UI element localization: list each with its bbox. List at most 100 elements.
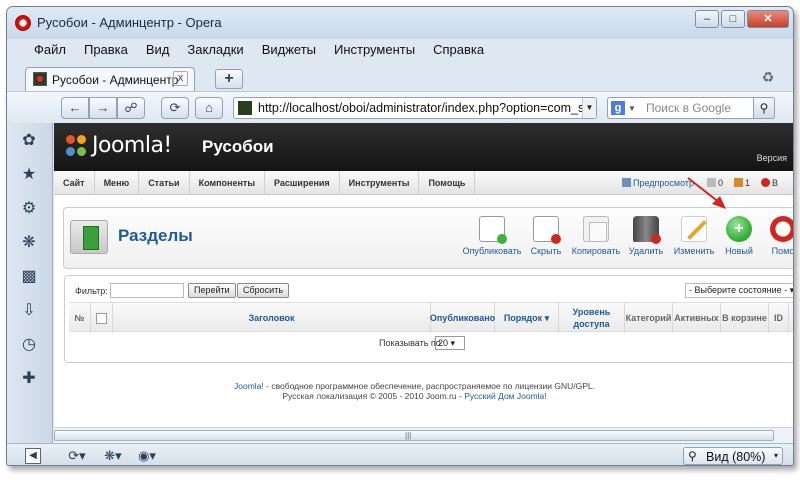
col-published[interactable]: Опубликовано <box>430 303 495 333</box>
col-select-all <box>91 303 113 333</box>
col-id[interactable]: ID <box>769 303 789 333</box>
menu-tools[interactable]: Инструменты <box>325 39 424 61</box>
menu-bar: Файл Правка Вид Закладки Виджеты Инструм… <box>7 39 793 61</box>
image-settings-icon[interactable]: ◉▾ <box>133 448 161 464</box>
turbo-icon[interactable]: ⟳▾ <box>63 448 91 464</box>
col-number: № <box>69 303 91 333</box>
version-label: Версия <box>756 153 787 163</box>
footer-localization: Русская локализация © 2005 - 2010 Joom.r… <box>282 391 547 401</box>
mail-icon <box>707 178 716 187</box>
copy-icon <box>583 216 609 242</box>
horizontal-scrollbar[interactable]: ||| <box>54 427 793 443</box>
panel-toggle-icon[interactable]: ◀ <box>25 448 41 464</box>
menu-file[interactable]: Файл <box>25 39 75 61</box>
footer-license: Joomla! - свободное программное обеспече… <box>234 381 595 391</box>
fan-icon[interactable]: ❋ <box>19 233 39 253</box>
joomla-header: Joomla! Русобои Версия <box>54 123 793 171</box>
minimize-button[interactable]: – <box>695 10 719 28</box>
filter-input[interactable] <box>110 283 184 298</box>
admin-menu-site[interactable]: Сайт <box>54 171 95 195</box>
state-select[interactable]: - Выберите состояние - ▾ <box>685 283 793 298</box>
joomla-logo-icon <box>66 133 88 159</box>
tab-bar: Русобои - Админцентр x + ♻ <box>7 63 793 91</box>
menu-bookmarks[interactable]: Закладки <box>178 39 252 61</box>
publish-button[interactable]: Опубликовать <box>462 216 522 262</box>
history-icon[interactable]: ◷ <box>19 335 39 355</box>
toolbar: Разделы Опубликовать Скрыть Копировать У… <box>63 207 793 269</box>
logout-link[interactable]: В <box>761 178 778 188</box>
navigation-bar: ← → ☍ ⟳ ⌂ http://localhost/oboi/administ… <box>7 91 793 123</box>
admin-menu-help[interactable]: Помощь <box>419 171 476 195</box>
help-button[interactable]: Помо <box>753 216 793 262</box>
col-categories: Категорий <box>625 303 673 333</box>
address-dropdown-icon[interactable]: ▼ <box>582 98 596 118</box>
sort-icon: ▾ <box>544 312 550 323</box>
admin-menu-extensions[interactable]: Расширения <box>265 171 340 195</box>
menu-edit[interactable]: Правка <box>75 39 137 61</box>
film-icon[interactable]: ✿ <box>19 131 39 151</box>
chevron-down-icon[interactable]: ▼ <box>628 104 636 113</box>
search-icon[interactable]: ⚲ <box>753 97 775 119</box>
zoom-icon: ⚲ <box>688 449 697 463</box>
browser-window: Русобои - Админцентр - Opera – □ ✕ Файл … <box>6 6 794 466</box>
admin-menu-tools[interactable]: Инструменты <box>340 171 420 195</box>
add-icon: + <box>726 216 752 242</box>
sections-list-panel: Фильтр: Перейти Сбросить - Выберите сост… <box>64 275 793 363</box>
reset-button[interactable]: Сбросить <box>237 283 290 298</box>
chevron-down-icon: ▾ <box>773 451 778 460</box>
back-button[interactable]: ← <box>61 97 89 119</box>
messages-count[interactable]: 0 <box>707 178 723 188</box>
search-box[interactable]: g ▼ Поиск в Google ⚲ <box>607 97 775 119</box>
go-button[interactable]: Перейти <box>188 283 236 298</box>
opera-logo-icon[interactable] <box>15 15 31 31</box>
joomla-link[interactable]: Joomla! <box>234 381 264 391</box>
close-button[interactable]: ✕ <box>747 10 789 28</box>
joomla-ru-link[interactable]: Русский Дом Joomla! <box>464 391 546 401</box>
download-icon[interactable]: ⇩ <box>19 301 39 321</box>
pagination-label: Показывать по <box>379 338 441 348</box>
trash-icon <box>633 216 661 244</box>
search-input[interactable]: Поиск в Google <box>646 101 731 115</box>
table-header: № Заголовок Опубликовано Порядок ▾ Урове… <box>69 302 793 333</box>
joomla-logo-text: Joomla! <box>92 133 172 158</box>
admin-menu-menus[interactable]: Меню <box>95 171 140 195</box>
note-icon[interactable]: ▩ <box>19 267 39 287</box>
menu-widgets[interactable]: Виджеты <box>253 39 325 61</box>
add-panel-icon[interactable]: ✚ <box>19 369 39 389</box>
admin-menu-components[interactable]: Компоненты <box>190 171 266 195</box>
menu-help[interactable]: Справка <box>424 39 493 61</box>
new-tab-button[interactable]: + <box>215 69 243 89</box>
menu-view[interactable]: Вид <box>137 39 179 61</box>
forward-button[interactable]: → <box>89 97 117 119</box>
col-ordering[interactable]: Порядок ▾ <box>495 303 559 333</box>
zoom-control[interactable]: ⚲ Вид (80%) ▾ <box>683 447 783 465</box>
site-title: Русобои <box>202 137 274 156</box>
select-all-checkbox[interactable] <box>96 312 107 324</box>
admin-menu-articles[interactable]: Статьи <box>139 171 190 195</box>
wand-button[interactable]: ☍ <box>117 97 145 119</box>
users-online: 1 <box>734 178 750 188</box>
unite-icon[interactable]: ❋▾ <box>99 448 127 464</box>
address-text[interactable]: http://localhost/oboi/administrator/inde… <box>258 101 584 115</box>
address-bar[interactable]: http://localhost/oboi/administrator/inde… <box>233 97 597 119</box>
scrollbar-thumb[interactable]: ||| <box>54 430 774 441</box>
maximize-button[interactable]: □ <box>721 10 745 28</box>
grip-icon: ||| <box>405 431 412 440</box>
filter-label: Фильтр: <box>75 286 108 296</box>
page-title: Разделы <box>118 226 193 245</box>
reload-button[interactable]: ⟳ <box>161 97 189 119</box>
bookmark-icon[interactable]: ★ <box>19 165 39 185</box>
trash-icon[interactable]: ♻ <box>759 69 777 89</box>
tab-close-button[interactable]: x <box>173 71 188 86</box>
home-button[interactable]: ⌂ <box>195 97 223 119</box>
tab-active[interactable]: Русобои - Админцентр x <box>25 67 195 91</box>
window-title: Русобои - Админцентр - Opera <box>37 15 222 30</box>
preview-link[interactable]: Предпросмотр <box>622 178 694 188</box>
gear-icon[interactable]: ⚙ <box>19 199 39 219</box>
publish-icon <box>479 216 507 244</box>
col-access[interactable]: Уровень доступа <box>559 303 625 333</box>
sections-icon <box>70 220 108 254</box>
col-title[interactable]: Заголовок <box>113 303 431 333</box>
page-size-select[interactable]: 20 ▾ <box>435 336 465 350</box>
google-icon[interactable]: g <box>611 101 625 115</box>
